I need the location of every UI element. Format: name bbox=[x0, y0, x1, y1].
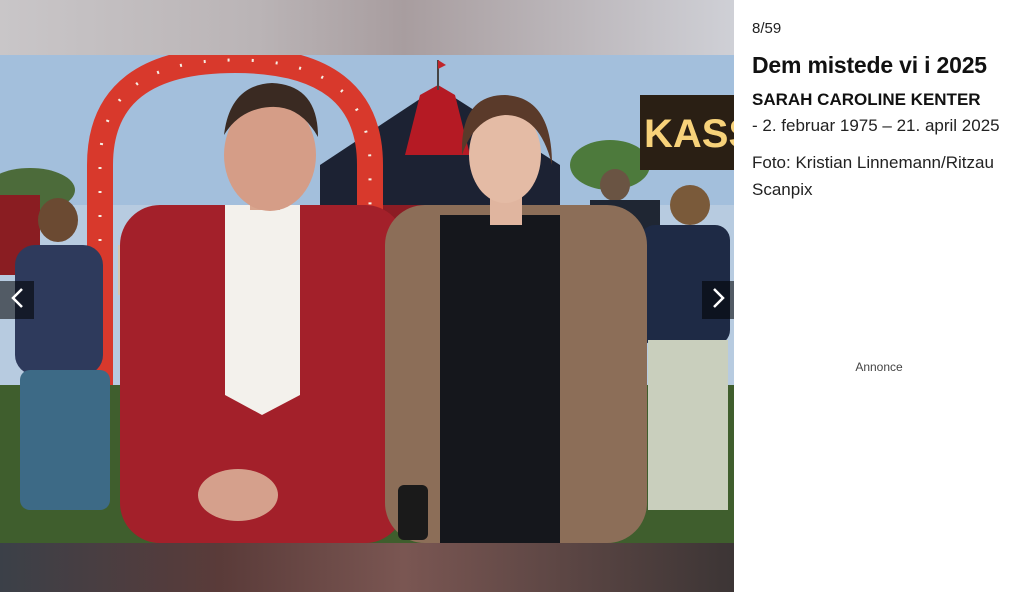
previous-slide-button[interactable] bbox=[0, 281, 34, 319]
photo-viewer: KASS bbox=[0, 0, 734, 592]
person-name: SARAH CAROLINE KENTER bbox=[752, 90, 981, 109]
marquee-sign-text: KASS bbox=[644, 112, 734, 156]
background-blur-top bbox=[0, 0, 734, 55]
person-dates: - 2. februar 1975 – 21. april 2025 bbox=[752, 116, 1000, 135]
caption-panel: 8/59 Dem mistede vi i 2025 SARAH CAROLIN… bbox=[734, 0, 1024, 592]
gallery-photo: KASS bbox=[0, 55, 734, 543]
ad-label: Annonce bbox=[855, 360, 903, 374]
next-slide-button[interactable] bbox=[702, 281, 734, 319]
chevron-left-icon bbox=[10, 287, 24, 314]
gallery-title: Dem mistede vi i 2025 bbox=[752, 52, 987, 78]
chevron-right-icon bbox=[712, 287, 726, 314]
slide-counter: 8/59 bbox=[752, 20, 782, 37]
background-blur-bottom bbox=[0, 543, 734, 592]
photo-credit: Foto: Kristian Linnemann/Ritzau Scanpix bbox=[752, 153, 994, 199]
